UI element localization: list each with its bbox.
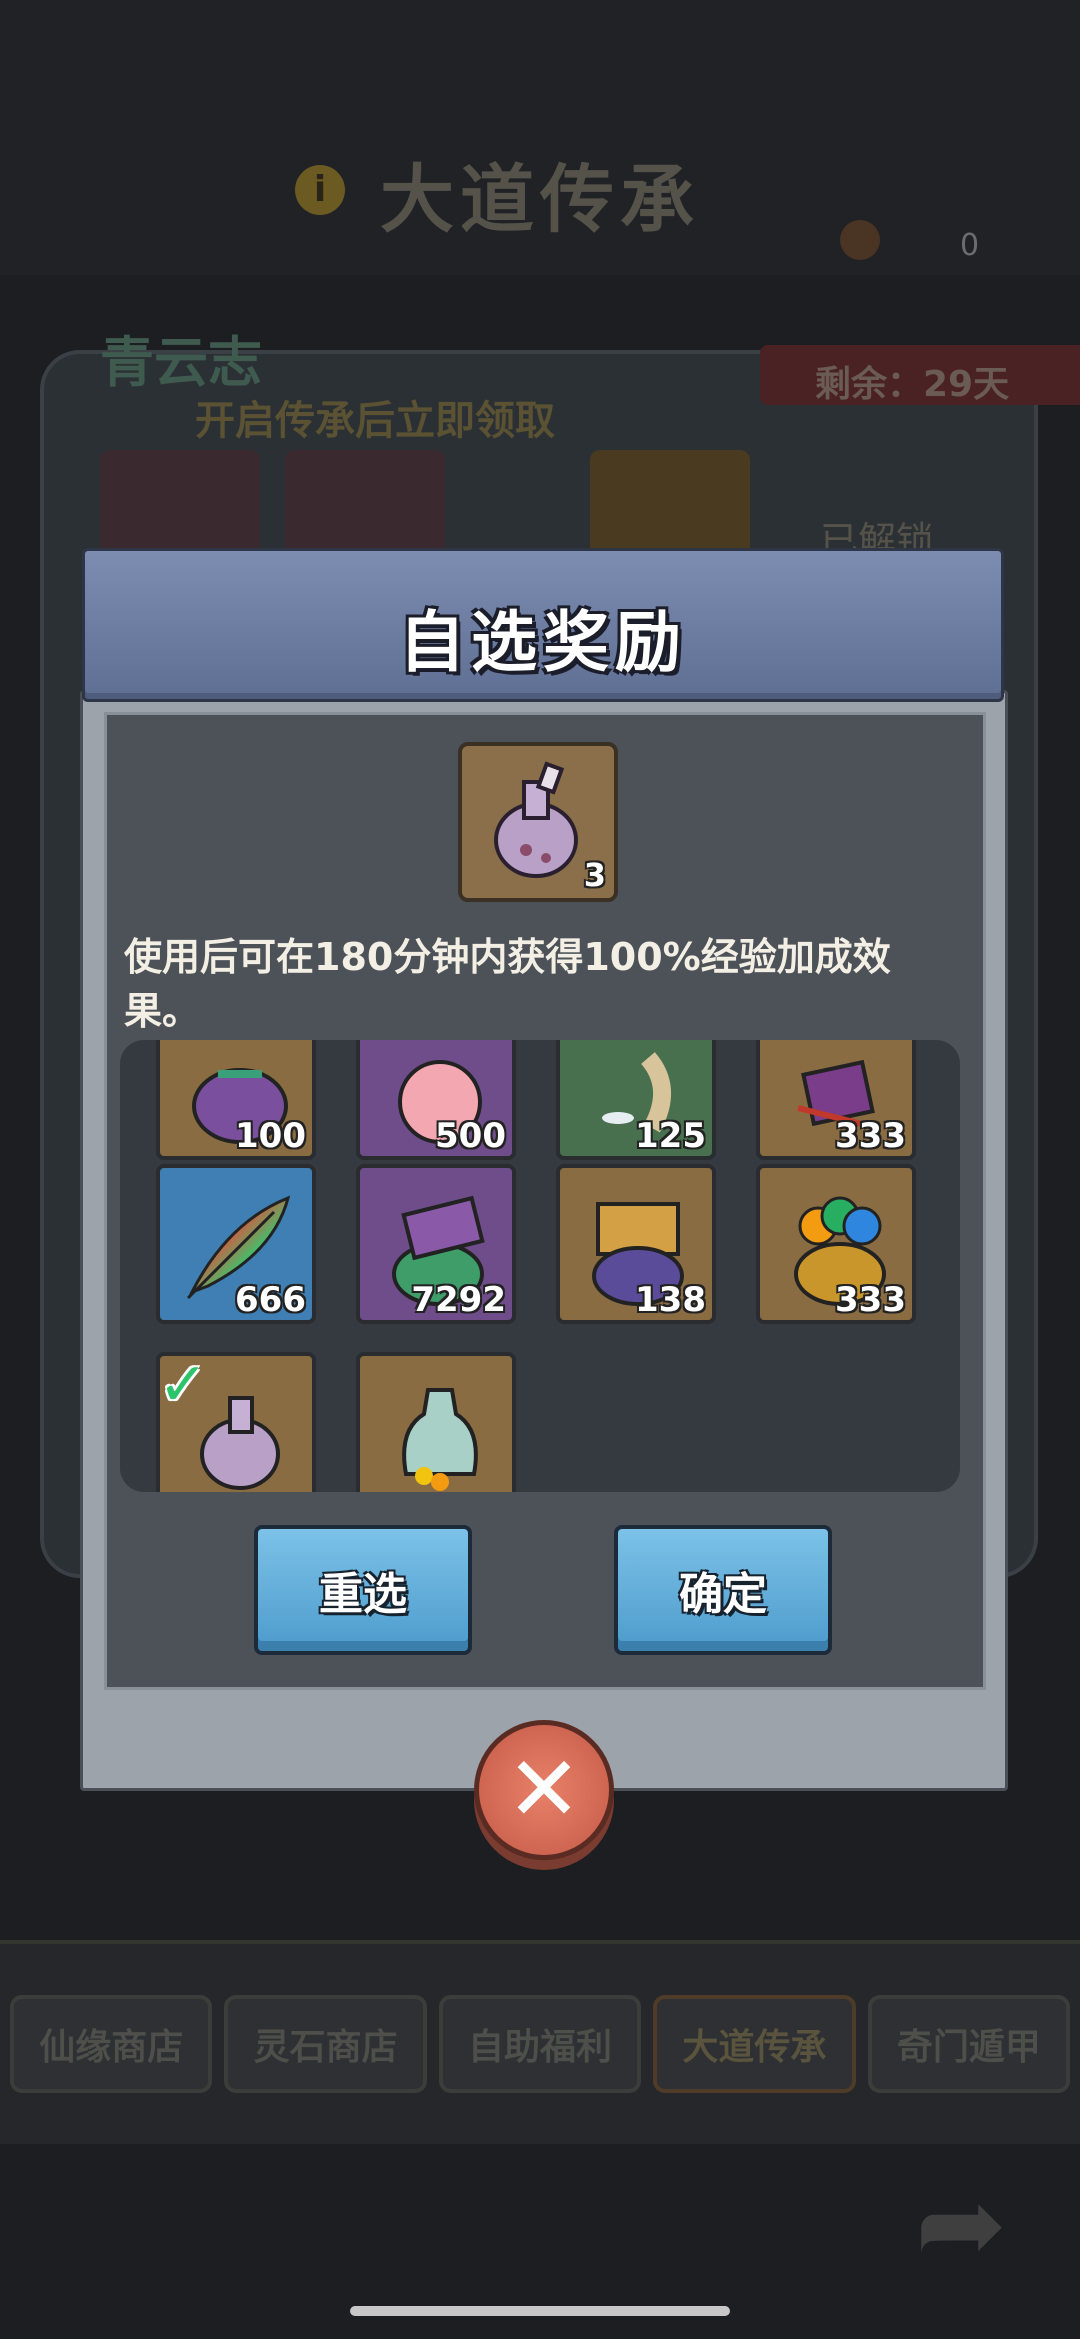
currency-count: 0 <box>960 228 980 263</box>
selected-reward: 3 <box>458 742 618 902</box>
reward-cell[interactable]: 138 <box>556 1164 716 1324</box>
selected-check-icon: ✓ <box>158 1352 209 1420</box>
reward-cell-selected[interactable]: ✓ 3 <box>156 1352 316 1492</box>
reward-count: 7292 <box>411 1280 506 1320</box>
reward-cell[interactable]: 7292 <box>356 1164 516 1324</box>
reward-count: 138 <box>635 1280 706 1320</box>
tab-dadao-inheritance[interactable]: 大道传承 <box>653 1995 856 2093</box>
drumstick-currency-icon <box>840 220 880 260</box>
reward-cell[interactable]: 333 <box>756 1164 916 1324</box>
reward-count: 666 <box>235 1280 306 1320</box>
modal-header: 自选奖励 <box>82 548 1004 702</box>
panel-title: 青云志 <box>100 331 262 394</box>
close-x-icon: ✕ <box>506 1737 582 1842</box>
tab-qimen-dunjia[interactable]: 奇门遁甲 <box>867 1995 1071 2093</box>
reward-count: 333 <box>835 1280 906 1320</box>
reward-cell[interactable]: 500 <box>356 1040 516 1160</box>
reward-count: 500 <box>435 1116 506 1156</box>
home-indicator[interactable] <box>350 2306 730 2316</box>
close-button[interactable]: ✕ <box>474 1720 614 1860</box>
reward-count: 100 <box>235 1116 306 1156</box>
reward-count: 125 <box>635 1116 706 1156</box>
tab-xianyuan-shop[interactable]: 仙缘商店 <box>10 1995 213 2093</box>
reward-description: 使用后可在180分钟内获得100%经验加成效果。 <box>124 935 891 1033</box>
reselect-button[interactable]: 重选 <box>254 1525 472 1655</box>
tab-self-welfare[interactable]: 自助福利 <box>438 1995 642 2093</box>
reward-cell[interactable]: 666 <box>156 1164 316 1324</box>
osmanthus-wine-jar-icon <box>402 1388 478 1491</box>
reward-cell[interactable]: 3 <box>356 1352 516 1492</box>
selected-reward-count: 3 <box>583 856 606 894</box>
reward-cell[interactable]: 125 <box>556 1040 716 1160</box>
reward-count: 333 <box>835 1116 906 1156</box>
panel-subtitle: 开启传承后立即领取 <box>195 398 555 444</box>
confirm-button[interactable]: 确定 <box>614 1525 832 1655</box>
tab-lingshi-shop[interactable]: 灵石商店 <box>224 1995 427 2093</box>
page-title: 大道传承 <box>380 157 700 243</box>
reward-cell[interactable]: 100 <box>156 1040 316 1160</box>
remaining-days: 剩余：29天 <box>815 364 1010 405</box>
reward-grid[interactable]: 100 500 125 333 666 7292 138 333 ✓ <box>120 1040 960 1492</box>
reward-cell[interactable]: 333 <box>756 1040 916 1160</box>
shop-tabs: 仙缘商店 灵石商店 自助福利 大道传承 奇门遁甲 <box>10 1995 1071 2095</box>
modal-title: 自选奖励 <box>399 604 687 681</box>
share-arrow-icon[interactable]: ➦ <box>915 2160 1007 2288</box>
